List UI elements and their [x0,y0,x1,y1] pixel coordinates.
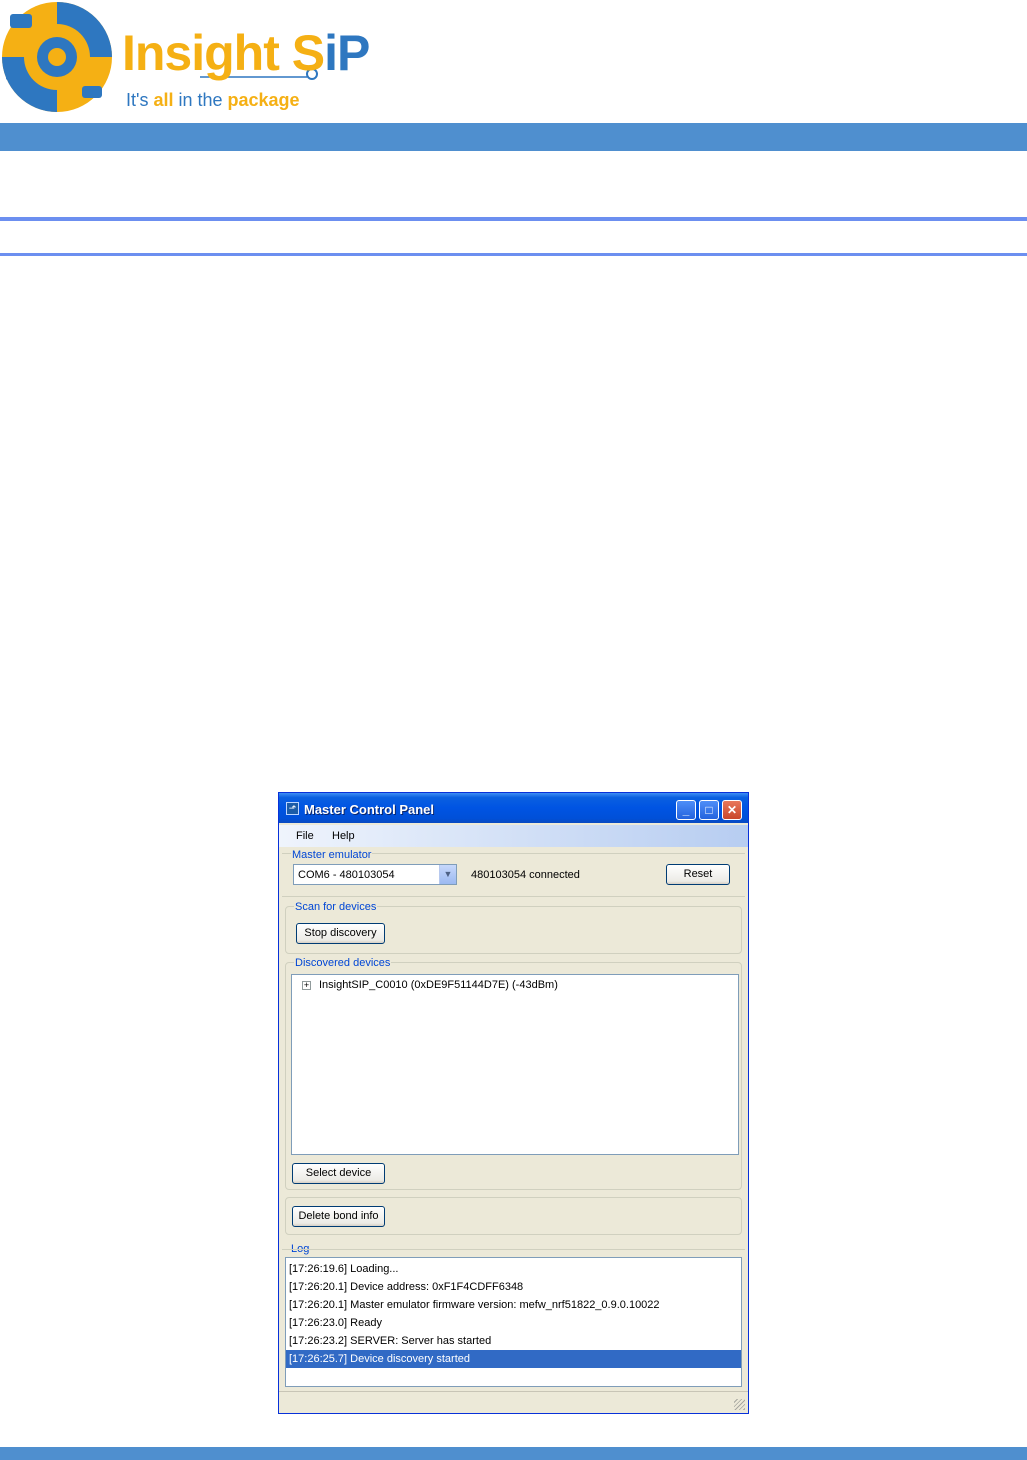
log-line[interactable]: [17:26:23.2] SERVER: Server has started [286,1332,741,1350]
app-icon: ⬏ [286,802,299,815]
log-line[interactable]: [17:26:20.1] Device address: 0xF1F4CDFF6… [286,1278,741,1296]
window-title: Master Control Panel [304,802,435,817]
status-bar [279,1391,748,1413]
log-line[interactable]: [17:26:20.1] Master emulator firmware ve… [286,1296,741,1314]
discovered-devices-label: Discovered devices [294,957,392,969]
port-select-value: COM6 - 480103054 [298,869,395,881]
log-line[interactable]: [17:26:23.0] Ready [286,1314,741,1332]
minimize-button[interactable]: _ [676,800,696,820]
delete-bond-info-button[interactable]: Delete bond info [292,1206,385,1227]
reset-button[interactable]: Reset [666,864,730,885]
master-control-panel-window: ⬏ Master Control Panel _ □ ✕ File Help M… [278,792,749,1414]
log-separator [282,1249,745,1250]
title-bar[interactable]: ⬏ Master Control Panel _ □ ✕ [279,793,748,823]
log-line-selected[interactable]: [17:26:25.7] Device discovery started [286,1350,741,1368]
footer-bar [0,1447,1027,1460]
port-select[interactable]: COM6 - 480103054 ▼ [293,864,457,885]
brand-name: Insight SiP [122,25,370,81]
menu-file[interactable]: File [296,830,314,842]
expand-icon[interactable]: + [302,981,311,990]
divider-rule [0,253,1027,256]
resize-grip-icon[interactable] [734,1399,745,1410]
menu-help[interactable]: Help [332,830,355,842]
log-line[interactable]: [17:26:19.6] Loading... [286,1260,741,1278]
close-button[interactable]: ✕ [722,800,742,820]
stop-discovery-button[interactable]: Stop discovery [296,923,385,944]
header-bar [0,123,1027,151]
scan-group-label: Scan for devices [294,901,378,913]
menu-bar: File Help [279,825,748,847]
master-emulator-label: Master emulator [291,849,373,861]
device-name: InsightSIP_C0010 (0xDE9F51144D7E) (-43dB… [319,979,558,991]
connection-status: 480103054 connected [471,869,580,881]
select-device-button[interactable]: Select device [292,1163,385,1184]
divider-rule [0,217,1027,221]
discovered-devices-list[interactable]: + InsightSIP_C0010 (0xDE9F51144D7E) (-43… [291,974,739,1155]
brand-tagline: It's all in the package [126,90,300,110]
chevron-down-icon[interactable]: ▼ [439,865,456,884]
maximize-button[interactable]: □ [699,800,719,820]
log-list[interactable]: [17:26:19.6] Loading... [17:26:20.1] Dev… [285,1257,742,1387]
